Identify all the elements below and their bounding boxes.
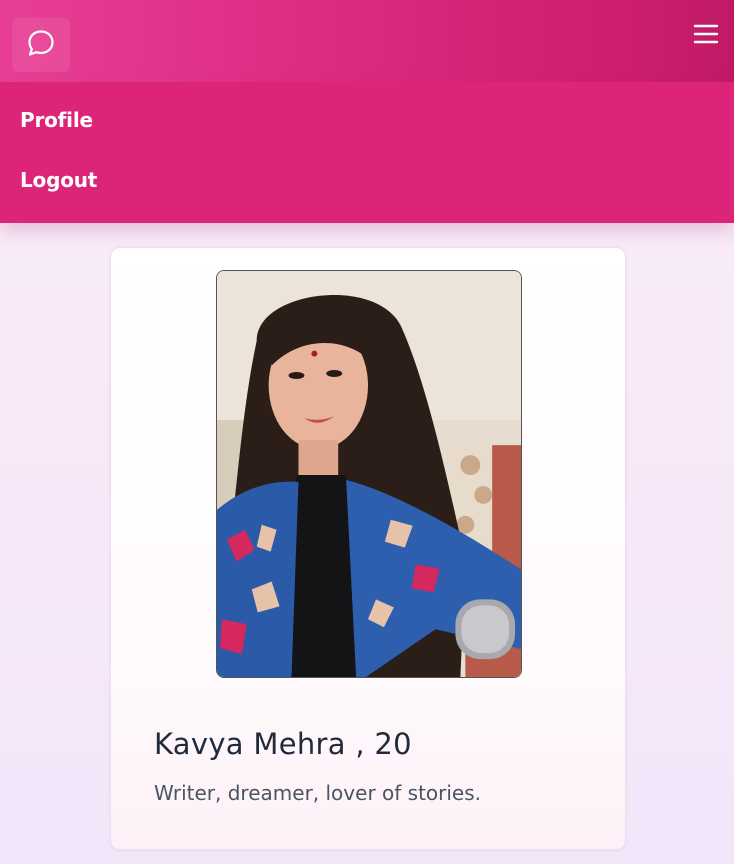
chat-bubble-icon (25, 27, 57, 64)
profile-card[interactable]: Kavya Mehra , 20 Writer, dreamer, lover … (110, 247, 626, 850)
nav-item-profile[interactable]: Profile (20, 108, 93, 132)
hamburger-menu-icon (692, 20, 720, 53)
profile-bio: Writer, dreamer, lover of stories. (154, 781, 482, 805)
chat-button[interactable] (12, 18, 70, 72)
hamburger-menu-button[interactable] (686, 18, 726, 54)
top-app-bar (0, 0, 734, 82)
dropdown-nav-menu: Profile Logout (0, 82, 734, 223)
nav-item-logout[interactable]: Logout (20, 168, 97, 192)
profile-photo (216, 270, 522, 678)
profile-name-age: Kavya Mehra , 20 (154, 727, 412, 761)
